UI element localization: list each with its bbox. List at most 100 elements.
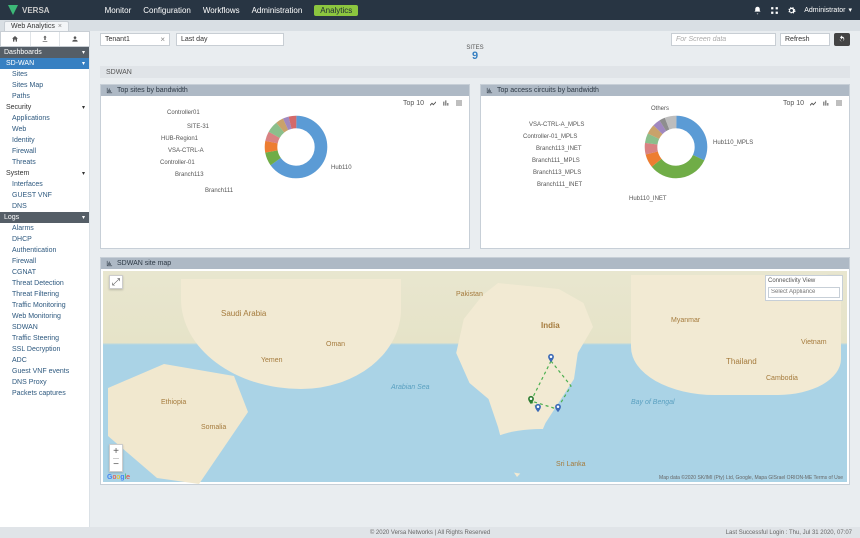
map-zoom-control: + − — [109, 444, 123, 472]
label-somalia: Somalia — [201, 424, 226, 431]
layout: Dashboards▾ SD-WAN▾ Sites Sites Map Path… — [0, 47, 860, 537]
sidebar-item-dhcp[interactable]: DHCP — [0, 234, 89, 245]
sidebar: Dashboards▾ SD-WAN▾ Sites Sites Map Path… — [0, 47, 90, 537]
map-marker[interactable] — [546, 351, 556, 365]
gear-icon[interactable] — [787, 6, 796, 15]
sidebar-item-sdwan[interactable]: SD-WAN▾ — [0, 58, 89, 69]
timerange-select[interactable]: Last day — [176, 33, 284, 46]
bar-chart-icon[interactable] — [442, 99, 450, 107]
close-icon[interactable]: × — [58, 23, 62, 30]
list-icon[interactable] — [455, 99, 463, 107]
map-marker[interactable] — [533, 401, 543, 415]
user-label: Administrator — [804, 7, 845, 14]
bar-chart-icon[interactable] — [822, 99, 830, 107]
label-cambodia: Cambodia — [766, 375, 798, 382]
grid-icon[interactable] — [770, 6, 779, 15]
sidebar-section-logs[interactable]: Logs▾ — [0, 212, 89, 223]
donut-label: VSA-CTRL-A_MPLS — [529, 122, 584, 128]
line-chart-icon[interactable] — [809, 99, 817, 107]
label-myanmar: Myanmar — [671, 317, 700, 324]
label-thailand: Thailand — [726, 357, 757, 366]
refresh-select[interactable]: Refresh — [780, 33, 830, 46]
sidebar-item-threats[interactable]: Threats — [0, 157, 89, 168]
donut-label: VSA-CTRL-A — [168, 148, 204, 154]
line-chart-icon[interactable] — [429, 99, 437, 107]
label-srilanka: Sri Lanka — [556, 461, 586, 468]
bell-icon[interactable] — [753, 6, 762, 15]
sidebar-item-sites[interactable]: Sites — [0, 69, 89, 80]
sidebar-item-dns-proxy[interactable]: DNS Proxy — [0, 377, 89, 388]
panel-top-circuits: Top access circuits by bandwidth Top 10 — [480, 84, 850, 249]
sidebar-item-sdwan-logs[interactable]: SDWAN — [0, 322, 89, 333]
search-context-input[interactable]: For Screen data — [671, 33, 776, 46]
sidebar-item-interfaces[interactable]: Interfaces — [0, 179, 89, 190]
map-zoom-out[interactable]: − — [113, 459, 119, 472]
sidebar-item-guest-vnf[interactable]: GUEST VNF — [0, 190, 89, 201]
map-body[interactable]: Saudi Arabia Yemen Oman India Sri Lanka … — [101, 269, 849, 484]
search-placeholder: For Screen data — [676, 36, 726, 43]
sidebar-item-security[interactable]: Security▾ — [0, 102, 89, 113]
list-icon[interactable] — [835, 99, 843, 107]
donut-label: Controller-01 — [160, 160, 195, 166]
sidebar-item-adc[interactable]: ADC — [0, 355, 89, 366]
main-content: SITES 9 SDWAN Top sites by bandwidth Top… — [90, 47, 860, 537]
nav-configuration[interactable]: Configuration — [143, 6, 191, 15]
sidebar-item-authentication[interactable]: Authentication — [0, 245, 89, 256]
sidebar-item-traffic-monitoring[interactable]: Traffic Monitoring — [0, 300, 89, 311]
sidebar-item-dns[interactable]: DNS — [0, 201, 89, 212]
chart-icon — [486, 87, 493, 94]
clear-icon[interactable]: × — [160, 35, 165, 44]
map-marker[interactable] — [553, 401, 563, 415]
label-yemen: Yemen — [261, 357, 283, 364]
donut-label: Hub110_MPLS — [713, 140, 753, 146]
tenant-select[interactable]: Tenant1 × — [100, 33, 170, 46]
sidebar-item-alarms[interactable]: Alarms — [0, 223, 89, 234]
topn-label[interactable]: Top 10 — [783, 100, 804, 107]
map-fullscreen-button[interactable]: ⤢ — [109, 275, 123, 289]
label-arabian-sea: Arabian Sea — [391, 384, 430, 391]
sidebar-item-paths[interactable]: Paths — [0, 91, 89, 102]
map-zoom-in[interactable]: + — [113, 445, 119, 459]
donut-label: Controller-01_MPLS — [523, 134, 577, 140]
donut-label: Controller01 — [167, 110, 200, 116]
filter-bar: Tenant1 × Last day — [100, 33, 671, 46]
sites-badge-value: 9 — [466, 51, 483, 62]
sidebar-item-ssl-decryption[interactable]: SSL Decryption — [0, 344, 89, 355]
sidebar-item-applications[interactable]: Applications — [0, 113, 89, 124]
sidebar-item-threat-detection[interactable]: Threat Detection — [0, 278, 89, 289]
sidebar-item-system[interactable]: System▾ — [0, 168, 89, 179]
nav-analytics[interactable]: Analytics — [314, 5, 358, 16]
user-menu[interactable]: Administrator ▾ — [804, 6, 852, 14]
sites-badge[interactable]: SITES 9 — [466, 45, 483, 62]
topn-label[interactable]: Top 10 — [403, 100, 424, 107]
user-settings-button[interactable] — [60, 32, 89, 46]
sidebar-item-sites-map[interactable]: Sites Map — [0, 80, 89, 91]
sidebar-section-dashboards[interactable]: Dashboards▾ — [0, 47, 89, 58]
chevron-down-icon: ▾ — [82, 49, 85, 56]
donut-chart-circuits: Others VSA-CTRL-A_MPLS Controller-01_MPL… — [481, 110, 849, 248]
home-button[interactable] — [1, 32, 31, 46]
sidebar-item-packets-captures[interactable]: Packets captures — [0, 388, 89, 399]
sidebar-item-web-monitoring[interactable]: Web Monitoring — [0, 311, 89, 322]
sidebar-item-firewall-logs[interactable]: Firewall — [0, 256, 89, 267]
sidebar-item-traffic-steering[interactable]: Traffic Steering — [0, 333, 89, 344]
refresh-label: Refresh — [785, 36, 810, 43]
sidebar-item-threat-filtering[interactable]: Threat Filtering — [0, 289, 89, 300]
export-button[interactable] — [31, 32, 61, 46]
sidebar-item-cgnat[interactable]: CGNAT — [0, 267, 89, 278]
nav-workflows[interactable]: Workflows — [203, 6, 240, 15]
nav-monitor[interactable]: Monitor — [105, 6, 132, 15]
nav-administration[interactable]: Administration — [252, 6, 303, 15]
sidebar-item-web[interactable]: Web — [0, 124, 89, 135]
sidebar-toolbar — [0, 31, 90, 47]
header-right: Administrator ▾ — [753, 6, 852, 15]
sidebar-item-identity[interactable]: Identity — [0, 135, 89, 146]
label-bay-bengal: Bay of Bengal — [631, 399, 675, 406]
sidebar-item-firewall[interactable]: Firewall — [0, 146, 89, 157]
map-legend-select[interactable] — [768, 287, 840, 298]
sidebar-item-guest-vnf-events[interactable]: Guest VNF events — [0, 366, 89, 377]
donut-label: Branch113_INET — [536, 146, 582, 152]
subtab-web-analytics[interactable]: Web Analytics × — [4, 21, 69, 31]
refresh-button[interactable] — [834, 33, 850, 46]
footer: © 2020 Versa Networks | All Rights Reser… — [0, 527, 860, 538]
